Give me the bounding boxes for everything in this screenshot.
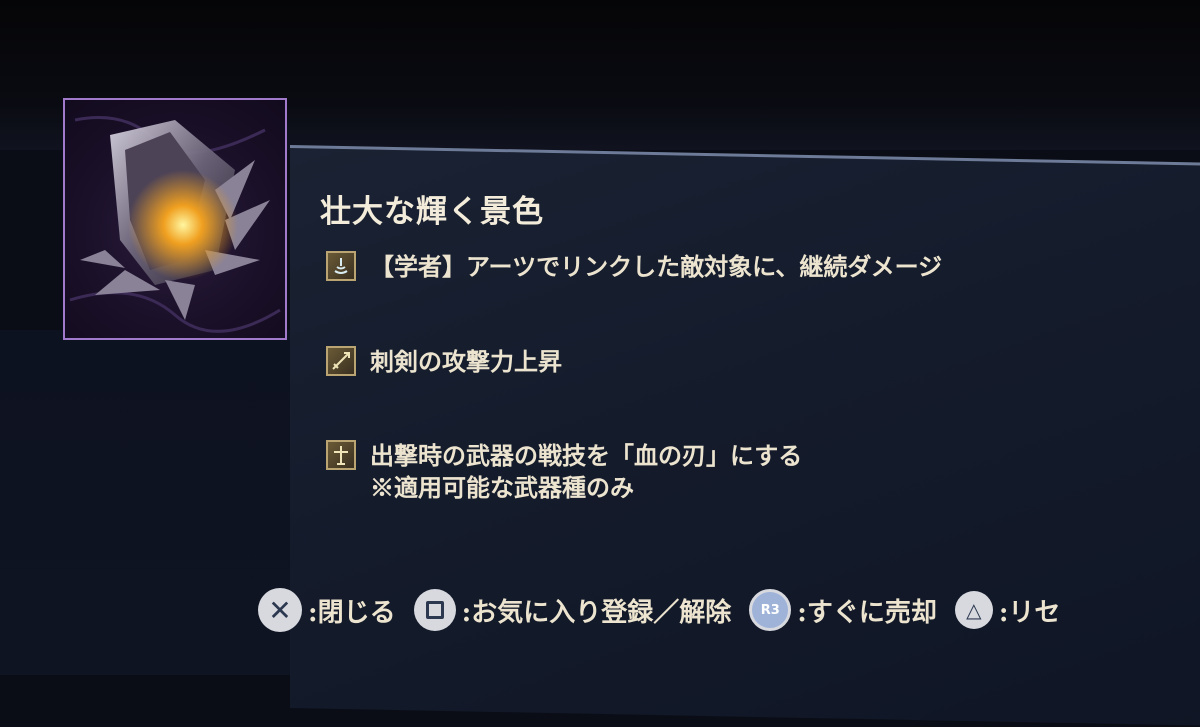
effect-row: 出撃時の武器の戦技を「血の刃」にする ※適用可能な武器種のみ — [326, 440, 802, 504]
reset-control[interactable]: △ :リセ — [954, 591, 1061, 629]
favorite-toggle-label: :お気に入り登録／解除 — [461, 597, 732, 628]
control-hints-bar: ✕ :閉じる :お気に入り登録／解除 R3 :すぐに売却 △ :リセ — [258, 588, 1078, 632]
effect-text: 出撃時の武器の戦技を「血の刃」にする — [370, 441, 803, 470]
thrusting-sword-icon — [326, 346, 356, 376]
effect-text: 【学者】アーツでリンクした敵対象に、継続ダメージ — [370, 252, 943, 281]
effect-text: 刺剣の攻撃力上昇 — [370, 347, 562, 376]
quick-sell-label: :すぐに売却 — [797, 597, 937, 628]
effect-note: ※適用可能な武器種のみ — [370, 473, 634, 502]
quick-sell-control[interactable]: R3 :すぐに売却 — [749, 589, 937, 631]
screen-shadow-area — [0, 330, 300, 675]
r3-button-icon: R3 — [749, 589, 792, 631]
item-image-frame — [63, 98, 287, 340]
effect-row: 刺剣の攻撃力上昇 — [326, 346, 562, 378]
cross-button-icon: ✕ — [258, 588, 302, 632]
triangle-button-icon: △ — [954, 591, 993, 629]
square-button-icon — [413, 589, 456, 631]
crystal-relic-icon — [69, 116, 281, 333]
close-control[interactable]: ✕ :閉じる — [258, 588, 396, 632]
item-detail-panel — [290, 145, 1200, 727]
reset-label: :リセ — [998, 597, 1061, 628]
favorite-toggle-control[interactable]: :お気に入り登録／解除 — [413, 589, 732, 631]
item-name: 壮大な輝く景色 — [320, 194, 544, 230]
scholar-skill-icon — [326, 251, 356, 281]
close-label: :閉じる — [308, 597, 396, 628]
effect-row: 【学者】アーツでリンクした敵対象に、継続ダメージ — [326, 251, 942, 283]
weapon-skill-icon — [326, 440, 356, 470]
